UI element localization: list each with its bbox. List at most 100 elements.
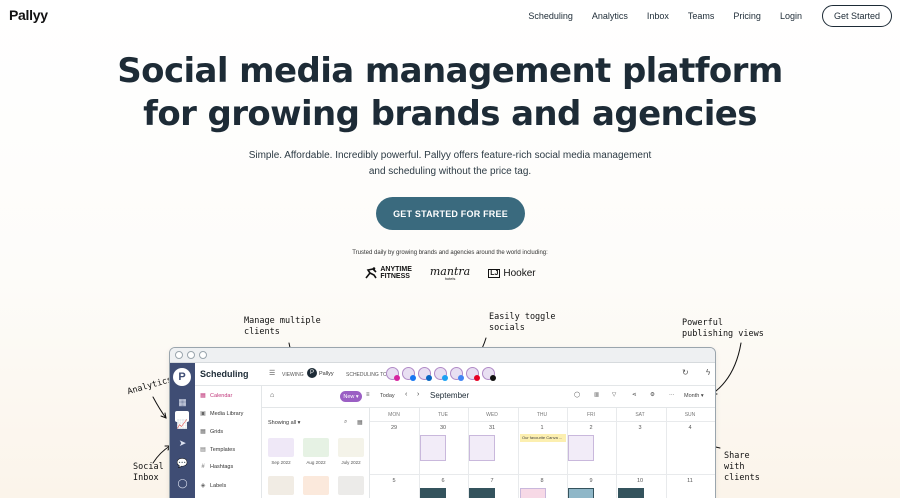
- send-rail-icon[interactable]: ➤: [176, 438, 189, 449]
- viewing-label: VIEWING: [282, 372, 304, 378]
- row-divider: [370, 474, 715, 475]
- post-thumbnail[interactable]: [520, 488, 546, 498]
- arrow-analytics: [152, 396, 167, 419]
- home-icon[interactable]: ⌂: [270, 392, 274, 399]
- calendar-toolbar: ⌂ New ▾ ≡ Today ‹ › September ◯ ▥ ▽ ⋖ ⚙ …: [262, 386, 715, 408]
- day-number: 4: [688, 425, 692, 431]
- post-thumbnail[interactable]: [469, 435, 495, 461]
- sidebar-item-templates[interactable]: ▤ Templates: [200, 446, 236, 454]
- client-avatar: P: [307, 368, 317, 378]
- social-avatar-3[interactable]: [418, 367, 432, 381]
- share-icon[interactable]: ⋖: [632, 392, 637, 398]
- refresh-icon[interactable]: ↻: [682, 368, 689, 377]
- folder-july-2022[interactable]: [338, 438, 364, 457]
- layout-icon[interactable]: ▥: [594, 392, 599, 398]
- new-post-button[interactable]: New ▾: [340, 391, 362, 402]
- client-select[interactable]: Pallyy: [319, 371, 334, 377]
- folder-label: July 2022: [341, 460, 361, 465]
- day-number: 5: [392, 478, 396, 484]
- window-dot-1: [175, 351, 183, 359]
- row-divider: [370, 421, 715, 422]
- post-thumbnail[interactable]: [469, 488, 495, 498]
- sidebar-item-hashtags[interactable]: # Hashtags: [200, 464, 233, 470]
- google-icon: [458, 375, 464, 381]
- facebook-icon: [410, 375, 416, 381]
- post-thumbnail[interactable]: [568, 435, 594, 461]
- sidebar-item-labels[interactable]: ◈ Labels: [200, 482, 227, 490]
- scheduling-to-label: SCHEDULING TO: [346, 372, 387, 378]
- more-icon[interactable]: ···: [669, 392, 675, 398]
- comment-icon[interactable]: ◯: [574, 392, 580, 398]
- day-number: 3: [638, 425, 642, 431]
- post-thumbnail[interactable]: [568, 488, 594, 498]
- media-icon: ▣: [200, 411, 206, 417]
- calendar-grid: MON TUE WED THU FRI SAT SUN 29 30 31 1 2…: [370, 408, 715, 498]
- calendar-icon: ▦: [200, 393, 206, 399]
- prev-month-icon[interactable]: ‹: [405, 391, 407, 398]
- sidebar-item-calendar[interactable]: ▦ Calendar: [200, 392, 233, 400]
- window-dot-2: [187, 351, 195, 359]
- day-header-sat: SAT: [635, 412, 645, 418]
- app-screenshot-window: P ▦ 📈 ➤ 💬 ◯ Scheduling ☰ VIEWING P Pally…: [169, 347, 716, 498]
- pinterest-icon: [474, 375, 480, 381]
- social-avatar-6[interactable]: [466, 367, 480, 381]
- search-icon[interactable]: ⌕: [344, 419, 347, 426]
- chat-rail-icon[interactable]: ◯: [176, 478, 189, 489]
- sidebar-item-grids[interactable]: ▦ Grids: [200, 428, 223, 436]
- folder-item[interactable]: [268, 476, 294, 495]
- post-thumbnail[interactable]: [618, 488, 644, 498]
- funnel-icon[interactable]: ▽: [612, 392, 616, 398]
- month-title: September: [430, 391, 470, 400]
- social-avatar-4[interactable]: [434, 367, 448, 381]
- social-avatar-2[interactable]: [402, 367, 416, 381]
- folder-sep-2022[interactable]: [268, 438, 294, 457]
- post-thumbnail[interactable]: [420, 435, 446, 461]
- sidebar-item-label: Calendar: [210, 392, 233, 399]
- view-select[interactable]: Month ▾: [684, 393, 704, 399]
- media-library-panel: Showing all ▾ ⌕ ▦ Sep 2022 Aug 2022 July…: [262, 408, 370, 498]
- social-avatar-1[interactable]: [386, 367, 400, 381]
- social-avatar-5[interactable]: [450, 367, 464, 381]
- showing-label: Showing all: [268, 420, 297, 426]
- day-header-sun: SUN: [684, 412, 696, 418]
- folder-item[interactable]: [303, 476, 329, 495]
- window-dot-3: [199, 351, 207, 359]
- today-button[interactable]: Today: [380, 393, 395, 399]
- menu-icon[interactable]: ☰: [269, 369, 275, 377]
- day-number: 11: [687, 478, 693, 484]
- hashtag-icon: #: [201, 464, 205, 470]
- grid-view-icon[interactable]: ▦: [357, 419, 363, 426]
- app-title: Scheduling: [200, 369, 249, 379]
- next-month-icon[interactable]: ›: [417, 391, 419, 398]
- day-header-tue: TUE: [438, 412, 448, 418]
- folder-aug-2022[interactable]: [303, 438, 329, 457]
- post-thumbnail[interactable]: [420, 488, 446, 498]
- calendar-rail-icon[interactable]: ▦: [176, 397, 189, 408]
- day-number: 9: [589, 478, 593, 484]
- day-header-fri: FRI: [586, 412, 596, 418]
- grid-icon: ▦: [200, 429, 206, 435]
- day-header-thu: THU: [536, 412, 548, 418]
- day-number: 10: [636, 478, 644, 484]
- app-header: Scheduling ☰ VIEWING P Pallyy SCHEDULING…: [195, 363, 715, 386]
- day-number: 30: [439, 425, 447, 431]
- sidebar-item-media-library[interactable]: ▣ Media Library: [200, 410, 243, 418]
- twitter-icon: [442, 375, 448, 381]
- day-number: 1: [540, 425, 544, 431]
- day-number: 31: [488, 425, 496, 431]
- pallyy-app-logo[interactable]: P: [173, 368, 191, 386]
- template-icon: ▤: [200, 447, 206, 453]
- scheduled-post-event[interactable]: Our favourite Canva ...: [520, 434, 566, 442]
- bolt-icon[interactable]: ϟ: [706, 368, 710, 377]
- analytics-rail-icon[interactable]: 📈: [176, 419, 189, 430]
- inbox-rail-icon[interactable]: 💬: [176, 458, 189, 469]
- instagram-icon: [394, 375, 400, 381]
- showing-select[interactable]: Showing all ▾: [268, 420, 300, 426]
- social-avatar-7[interactable]: [482, 367, 496, 381]
- sidebar-item-label: Templates: [210, 446, 236, 453]
- filter-icon[interactable]: ≡: [366, 392, 370, 398]
- day-number: 8: [540, 478, 544, 484]
- arrow-social-inbox: [152, 445, 171, 464]
- settings-icon[interactable]: ⚙: [650, 392, 655, 398]
- folder-item[interactable]: [338, 476, 364, 495]
